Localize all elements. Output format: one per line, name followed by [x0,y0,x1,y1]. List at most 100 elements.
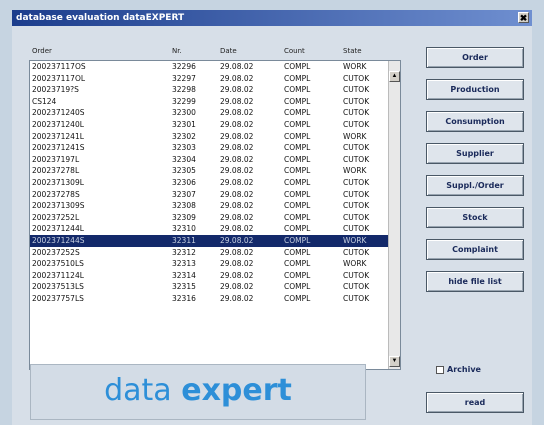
list-item[interactable]: 2002371244S 32311 29.08.02 COMPL WORK [30,234,400,247]
cell-count: COMPL [284,259,311,269]
cell-state: WORK [343,166,367,176]
cell-nr: 32299 [172,96,196,106]
hide-file-list-button[interactable]: hide file list [426,271,524,292]
cell-state: CUTOK [343,189,370,199]
read-button[interactable]: read [426,392,524,413]
archive-label: Archive [447,365,481,374]
cell-count: COMPL [284,247,311,257]
complaint-button[interactable]: Complaint [426,239,524,260]
cell-date: 29.08.02 [220,212,254,222]
cell-order: 2002371124L [32,270,84,280]
column-header-state[interactable]: State [343,47,362,55]
cell-date: 29.08.02 [220,131,254,141]
column-header-order[interactable]: Order [32,47,52,55]
column-header-date[interactable]: Date [220,47,237,55]
scroll-down-button[interactable]: ▼ [389,356,400,367]
list-item[interactable]: 200237278L 32305 29.08.02 COMPL WORK [30,165,400,177]
cell-state: CUTOK [343,212,370,222]
cell-count: COMPL [284,282,311,292]
list-item[interactable]: 2002371309L 32306 29.08.02 COMPL CUTOK [30,177,400,189]
cell-count: COMPL [284,212,311,222]
cell-date: 29.08.02 [220,73,254,83]
list-item[interactable]: 200237510LS 32313 29.08.02 COMPL WORK [30,258,400,270]
cell-date: 29.08.02 [220,154,254,164]
cell-order: 200237117OL [32,73,86,83]
cell-state: CUTOK [343,73,370,83]
column-header-nr[interactable]: Nr. [172,47,182,55]
list-item[interactable]: 200237117OL 32297 29.08.02 COMPL CUTOK [30,73,400,85]
list-item[interactable]: CS124 32299 29.08.02 COMPL CUTOK [30,96,400,108]
consumption-button[interactable]: Consumption [426,111,524,132]
cell-count: COMPL [284,108,311,118]
cell-order: 200237278L [32,166,80,176]
list-item[interactable]: 20023719?S 32298 29.08.02 COMPL CUTOK [30,84,400,96]
cell-order: 2002371240L [32,119,84,129]
logo-word-expert: expert [181,373,292,408]
scroll-up-button[interactable]: ▲ [389,71,400,82]
cell-nr: 32305 [172,166,196,176]
list-item[interactable]: 2002371240L 32301 29.08.02 COMPL CUTOK [30,119,400,131]
cell-order: 2002371241S [32,143,85,153]
cell-state: CUTOK [343,96,370,106]
cell-state: CUTOK [343,293,370,303]
list-item[interactable]: 2002371309S 32308 29.08.02 COMPL CUTOK [30,200,400,212]
cell-state: CUTOK [343,177,370,187]
suppl-order-button[interactable]: Suppl./Order [426,175,524,196]
list-item[interactable]: 200237117OS 32296 29.08.02 COMPL WORK [30,61,400,73]
cell-order: 2002371244S [32,235,85,245]
list-item[interactable]: 2002371240S 32300 29.08.02 COMPL CUTOK [30,107,400,119]
list-scrollbar[interactable]: ▲ ▼ [388,61,400,369]
cell-date: 29.08.02 [220,96,254,106]
checkbox-box[interactable] [436,365,444,374]
cell-nr: 32301 [172,119,196,129]
file-list[interactable]: 200237117OS 32296 29.08.02 COMPL WORK 2002371… [29,60,401,370]
cell-state: CUTOK [343,282,370,292]
title-bar: database evaluation dataEXPERT ✖ [12,10,532,26]
cell-count: COMPL [284,224,311,234]
cell-date: 29.08.02 [220,189,254,199]
cell-count: COMPL [284,201,311,211]
list-item[interactable]: 200237757LS 32316 29.08.02 COMPL CUTOK [30,293,400,305]
list-item[interactable]: 2002371241L 32302 29.08.02 COMPL WORK [30,131,400,143]
archive-checkbox[interactable]: Archive [436,365,481,377]
cell-nr: 32304 [172,154,196,164]
cell-nr: 32308 [172,201,196,211]
file-list-rows: 200237117OS 32296 29.08.02 COMPL WORK 2002371… [30,61,400,304]
cell-state: WORK [343,235,367,245]
cell-date: 29.08.02 [220,224,254,234]
cell-nr: 32306 [172,177,196,187]
cell-count: COMPL [284,235,311,245]
column-header-count[interactable]: Count [284,47,305,55]
cell-nr: 32303 [172,143,196,153]
cell-count: COMPL [284,166,311,176]
cell-nr: 32309 [172,212,196,222]
list-item[interactable]: 2002371244L 32310 29.08.02 COMPL CUTOK [30,223,400,235]
list-item[interactable]: 2002371241S 32303 29.08.02 COMPL CUTOK [30,142,400,154]
cell-state: CUTOK [343,201,370,211]
list-item[interactable]: 200237513LS 32315 29.08.02 COMPL CUTOK [30,281,400,293]
cell-date: 29.08.02 [220,177,254,187]
logo-word-data: data [104,373,172,408]
list-item[interactable]: 200237252S 32312 29.08.02 COMPL CUTOK [30,247,400,259]
list-item[interactable]: 200237197L 32304 29.08.02 COMPL CUTOK [30,154,400,166]
cell-date: 29.08.02 [220,247,254,257]
cell-count: COMPL [284,96,311,106]
cell-date: 29.08.02 [220,108,254,118]
list-item[interactable]: 200237278S 32307 29.08.02 COMPL CUTOK [30,189,400,201]
cell-state: CUTOK [343,85,370,95]
cell-date: 29.08.02 [220,62,254,71]
list-item[interactable]: 200237252L 32309 29.08.02 COMPL CUTOK [30,212,400,224]
production-button[interactable]: Production [426,79,524,100]
cell-nr: 32296 [172,62,196,71]
supplier-button[interactable]: Supplier [426,143,524,164]
order-button[interactable]: Order [426,47,524,68]
cell-order: 200237117OS [32,62,86,71]
stock-button[interactable]: Stock [426,207,524,228]
arrow-up-icon: ▲ [391,73,398,79]
close-icon: ✖ [519,13,528,23]
cell-nr: 32313 [172,259,196,269]
cell-count: COMPL [284,73,311,83]
data-expert-logo: data expert [30,364,366,420]
close-button[interactable]: ✖ [518,12,529,23]
list-item[interactable]: 2002371124L 32314 29.08.02 COMPL CUTOK [30,270,400,282]
